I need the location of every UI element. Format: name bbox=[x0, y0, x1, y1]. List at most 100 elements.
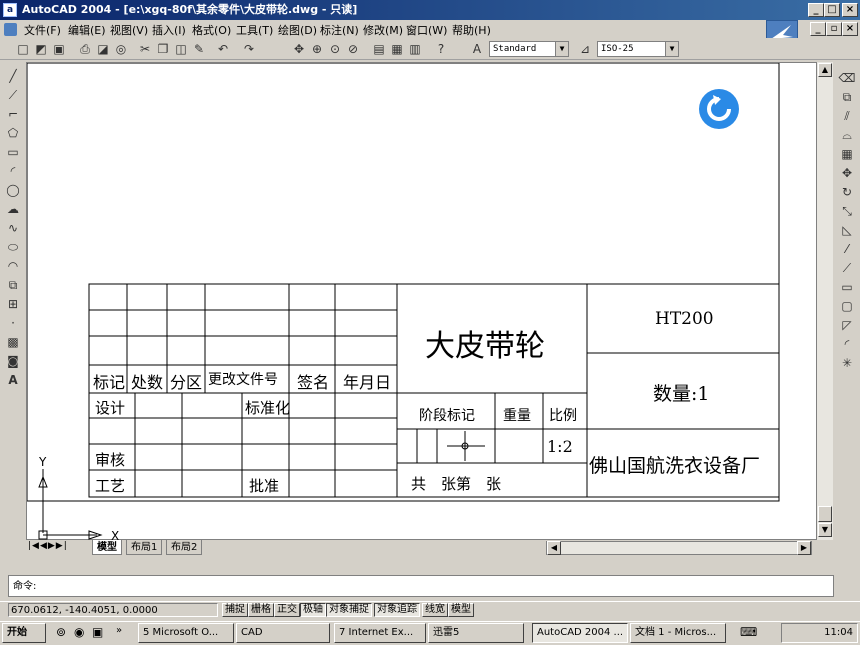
dim-style-select[interactable]: ISO-25 ▼ bbox=[597, 41, 679, 57]
scroll-left-icon[interactable]: ◀ bbox=[547, 541, 561, 555]
doc-restore-button[interactable]: ▫ bbox=[826, 22, 842, 36]
start-button[interactable]: 开始 bbox=[2, 623, 46, 643]
horizontal-scrollbar[interactable]: ◀ ▶ bbox=[546, 541, 812, 555]
tool-palettes-icon[interactable]: ▥ bbox=[406, 40, 424, 58]
refresh-circle-icon[interactable] bbox=[699, 89, 739, 129]
document-icon[interactable] bbox=[4, 23, 17, 36]
rectangle-icon[interactable]: ▭ bbox=[4, 144, 22, 161]
keyboard-icon[interactable]: ⌨ bbox=[740, 625, 757, 639]
task-autocad[interactable]: AutoCAD 2004 ... bbox=[532, 623, 628, 643]
text-style-select[interactable]: Standard ▼ bbox=[489, 41, 569, 57]
scale-icon[interactable]: ⤡ bbox=[838, 203, 856, 220]
otrack-toggle[interactable]: 对象追踪 bbox=[374, 603, 420, 617]
command-line[interactable]: 命令: bbox=[8, 575, 834, 597]
zoom-previous-icon[interactable]: ⊘ bbox=[344, 40, 362, 58]
paste-icon[interactable]: ◫ bbox=[172, 40, 190, 58]
publish-icon[interactable]: ◎ bbox=[112, 40, 130, 58]
task-xunlei[interactable]: 迅雷5 bbox=[428, 623, 524, 643]
copy-icon[interactable]: ❐ bbox=[154, 40, 172, 58]
model-toggle[interactable]: 模型 bbox=[448, 603, 474, 617]
zoom-realtime-icon[interactable]: ⊕ bbox=[308, 40, 326, 58]
explode-icon[interactable]: ✳ bbox=[838, 355, 856, 372]
menu-draw[interactable]: 绘图(D) bbox=[278, 22, 317, 38]
quicklaunch-app-icon[interactable]: ▣ bbox=[92, 625, 103, 639]
zoom-window-icon[interactable]: ⊙ bbox=[326, 40, 344, 58]
coordinate-readout[interactable]: 670.0612, -140.4051, 0.0000 bbox=[8, 603, 218, 617]
new-file-icon[interactable]: □ bbox=[14, 40, 32, 58]
vertical-scrollbar[interactable]: ▲ ▼ bbox=[817, 62, 833, 540]
tab-layout2[interactable]: 布局2 bbox=[166, 540, 203, 555]
menu-insert[interactable]: 插入(I) bbox=[152, 22, 186, 38]
scroll-right-icon[interactable]: ▶ bbox=[797, 541, 811, 555]
tab-nav-arrows-icon[interactable]: |◀◀▶▶| bbox=[28, 541, 68, 551]
help-icon[interactable]: ? bbox=[432, 40, 450, 58]
undo-icon[interactable]: ↶ bbox=[214, 40, 232, 58]
array-icon[interactable]: ▦ bbox=[838, 146, 856, 163]
menu-tools[interactable]: 工具(T) bbox=[236, 22, 273, 38]
ellipse-icon[interactable]: ⬭ bbox=[4, 239, 22, 256]
cut-icon[interactable]: ✂ bbox=[136, 40, 154, 58]
chamfer-icon[interactable]: ◸ bbox=[838, 317, 856, 334]
move-icon[interactable]: ✥ bbox=[838, 165, 856, 182]
task-internet-explorer[interactable]: 7 Internet Ex... bbox=[334, 623, 426, 643]
pan-icon[interactable]: ✥ bbox=[290, 40, 308, 58]
menu-edit[interactable]: 编辑(E) bbox=[68, 22, 106, 38]
circle-icon[interactable]: ◯ bbox=[4, 182, 22, 199]
point-icon[interactable]: · bbox=[4, 315, 22, 332]
print-icon[interactable]: ⎙ bbox=[76, 40, 94, 58]
save-icon[interactable]: ▣ bbox=[50, 40, 68, 58]
copy-object-icon[interactable]: ⧉ bbox=[838, 89, 856, 106]
offset-icon[interactable]: ⌓ bbox=[838, 127, 856, 144]
menu-window[interactable]: 窗口(W) bbox=[406, 22, 447, 38]
close-button[interactable]: × bbox=[842, 3, 858, 17]
task-word-document[interactable]: 文档 1 - Micros... bbox=[630, 623, 726, 643]
redo-icon[interactable]: ↷ bbox=[240, 40, 258, 58]
stretch-icon[interactable]: ◺ bbox=[838, 222, 856, 239]
properties-icon[interactable]: ▤ bbox=[370, 40, 388, 58]
menu-view[interactable]: 视图(V) bbox=[110, 22, 148, 38]
menu-file[interactable]: 文件(F) bbox=[24, 22, 61, 38]
join-icon[interactable]: ▢ bbox=[838, 298, 856, 315]
mirror-icon[interactable]: ⫽ bbox=[838, 108, 856, 125]
snap-toggle[interactable]: 捕捉 bbox=[222, 603, 248, 617]
extend-icon[interactable]: ⟋ bbox=[838, 260, 856, 277]
dim-style-icon[interactable]: ⊿ bbox=[576, 40, 594, 58]
open-file-icon[interactable]: ◩ bbox=[32, 40, 50, 58]
polyline-icon[interactable]: ⌐ bbox=[4, 106, 22, 123]
print-preview-icon[interactable]: ◪ bbox=[94, 40, 112, 58]
line-icon[interactable]: ╱ bbox=[4, 68, 22, 85]
task-microsoft-office[interactable]: 5 Microsoft O... bbox=[138, 623, 234, 643]
doc-minimize-button[interactable]: _ bbox=[810, 22, 826, 36]
ellipse-arc-icon[interactable]: ◠ bbox=[4, 258, 22, 275]
ortho-toggle[interactable]: 正交 bbox=[274, 603, 300, 617]
scroll-thumb[interactable] bbox=[818, 506, 832, 522]
menu-modify[interactable]: 修改(M) bbox=[363, 22, 403, 38]
region-icon[interactable]: ◙ bbox=[4, 353, 22, 370]
scroll-up-icon[interactable]: ▲ bbox=[818, 63, 832, 77]
spline-icon[interactable]: ∿ bbox=[4, 220, 22, 237]
make-block-icon[interactable]: ⊞ bbox=[4, 296, 22, 313]
autocad-app-icon[interactable]: a bbox=[3, 3, 17, 17]
fillet-icon[interactable]: ◜ bbox=[838, 336, 856, 353]
quicklaunch-more-icon[interactable]: » bbox=[116, 625, 122, 636]
insert-block-icon[interactable]: ⧉ bbox=[4, 277, 22, 294]
arc-icon[interactable]: ◜ bbox=[4, 163, 22, 180]
trim-icon[interactable]: ⁄ bbox=[838, 241, 856, 258]
osnap-toggle[interactable]: 对象捕捉 bbox=[326, 603, 372, 617]
grid-toggle[interactable]: 栅格 bbox=[248, 603, 274, 617]
menu-format[interactable]: 格式(O) bbox=[192, 22, 231, 38]
hatch-icon[interactable]: ▩ bbox=[4, 334, 22, 351]
doc-close-button[interactable]: × bbox=[842, 22, 858, 36]
rotate-icon[interactable]: ↻ bbox=[838, 184, 856, 201]
menu-dimension[interactable]: 标注(N) bbox=[320, 22, 359, 38]
quicklaunch-icon[interactable]: ⊚ bbox=[56, 625, 66, 639]
maximize-button[interactable]: □ bbox=[824, 3, 840, 17]
revision-cloud-icon[interactable]: ☁ bbox=[4, 201, 22, 218]
minimize-button[interactable]: _ bbox=[808, 3, 824, 17]
polar-toggle[interactable]: 极轴 bbox=[300, 603, 326, 617]
drawing-canvas[interactable]: 标记 处数 分区 更改文件号 签名 年月日 设计 标准化 审核 工艺 批准 大皮… bbox=[26, 62, 817, 543]
multiline-text-icon[interactable]: A bbox=[4, 372, 22, 389]
break-icon[interactable]: ▭ bbox=[838, 279, 856, 296]
menu-help[interactable]: 帮助(H) bbox=[452, 22, 491, 38]
task-cad-folder[interactable]: CAD bbox=[236, 623, 330, 643]
